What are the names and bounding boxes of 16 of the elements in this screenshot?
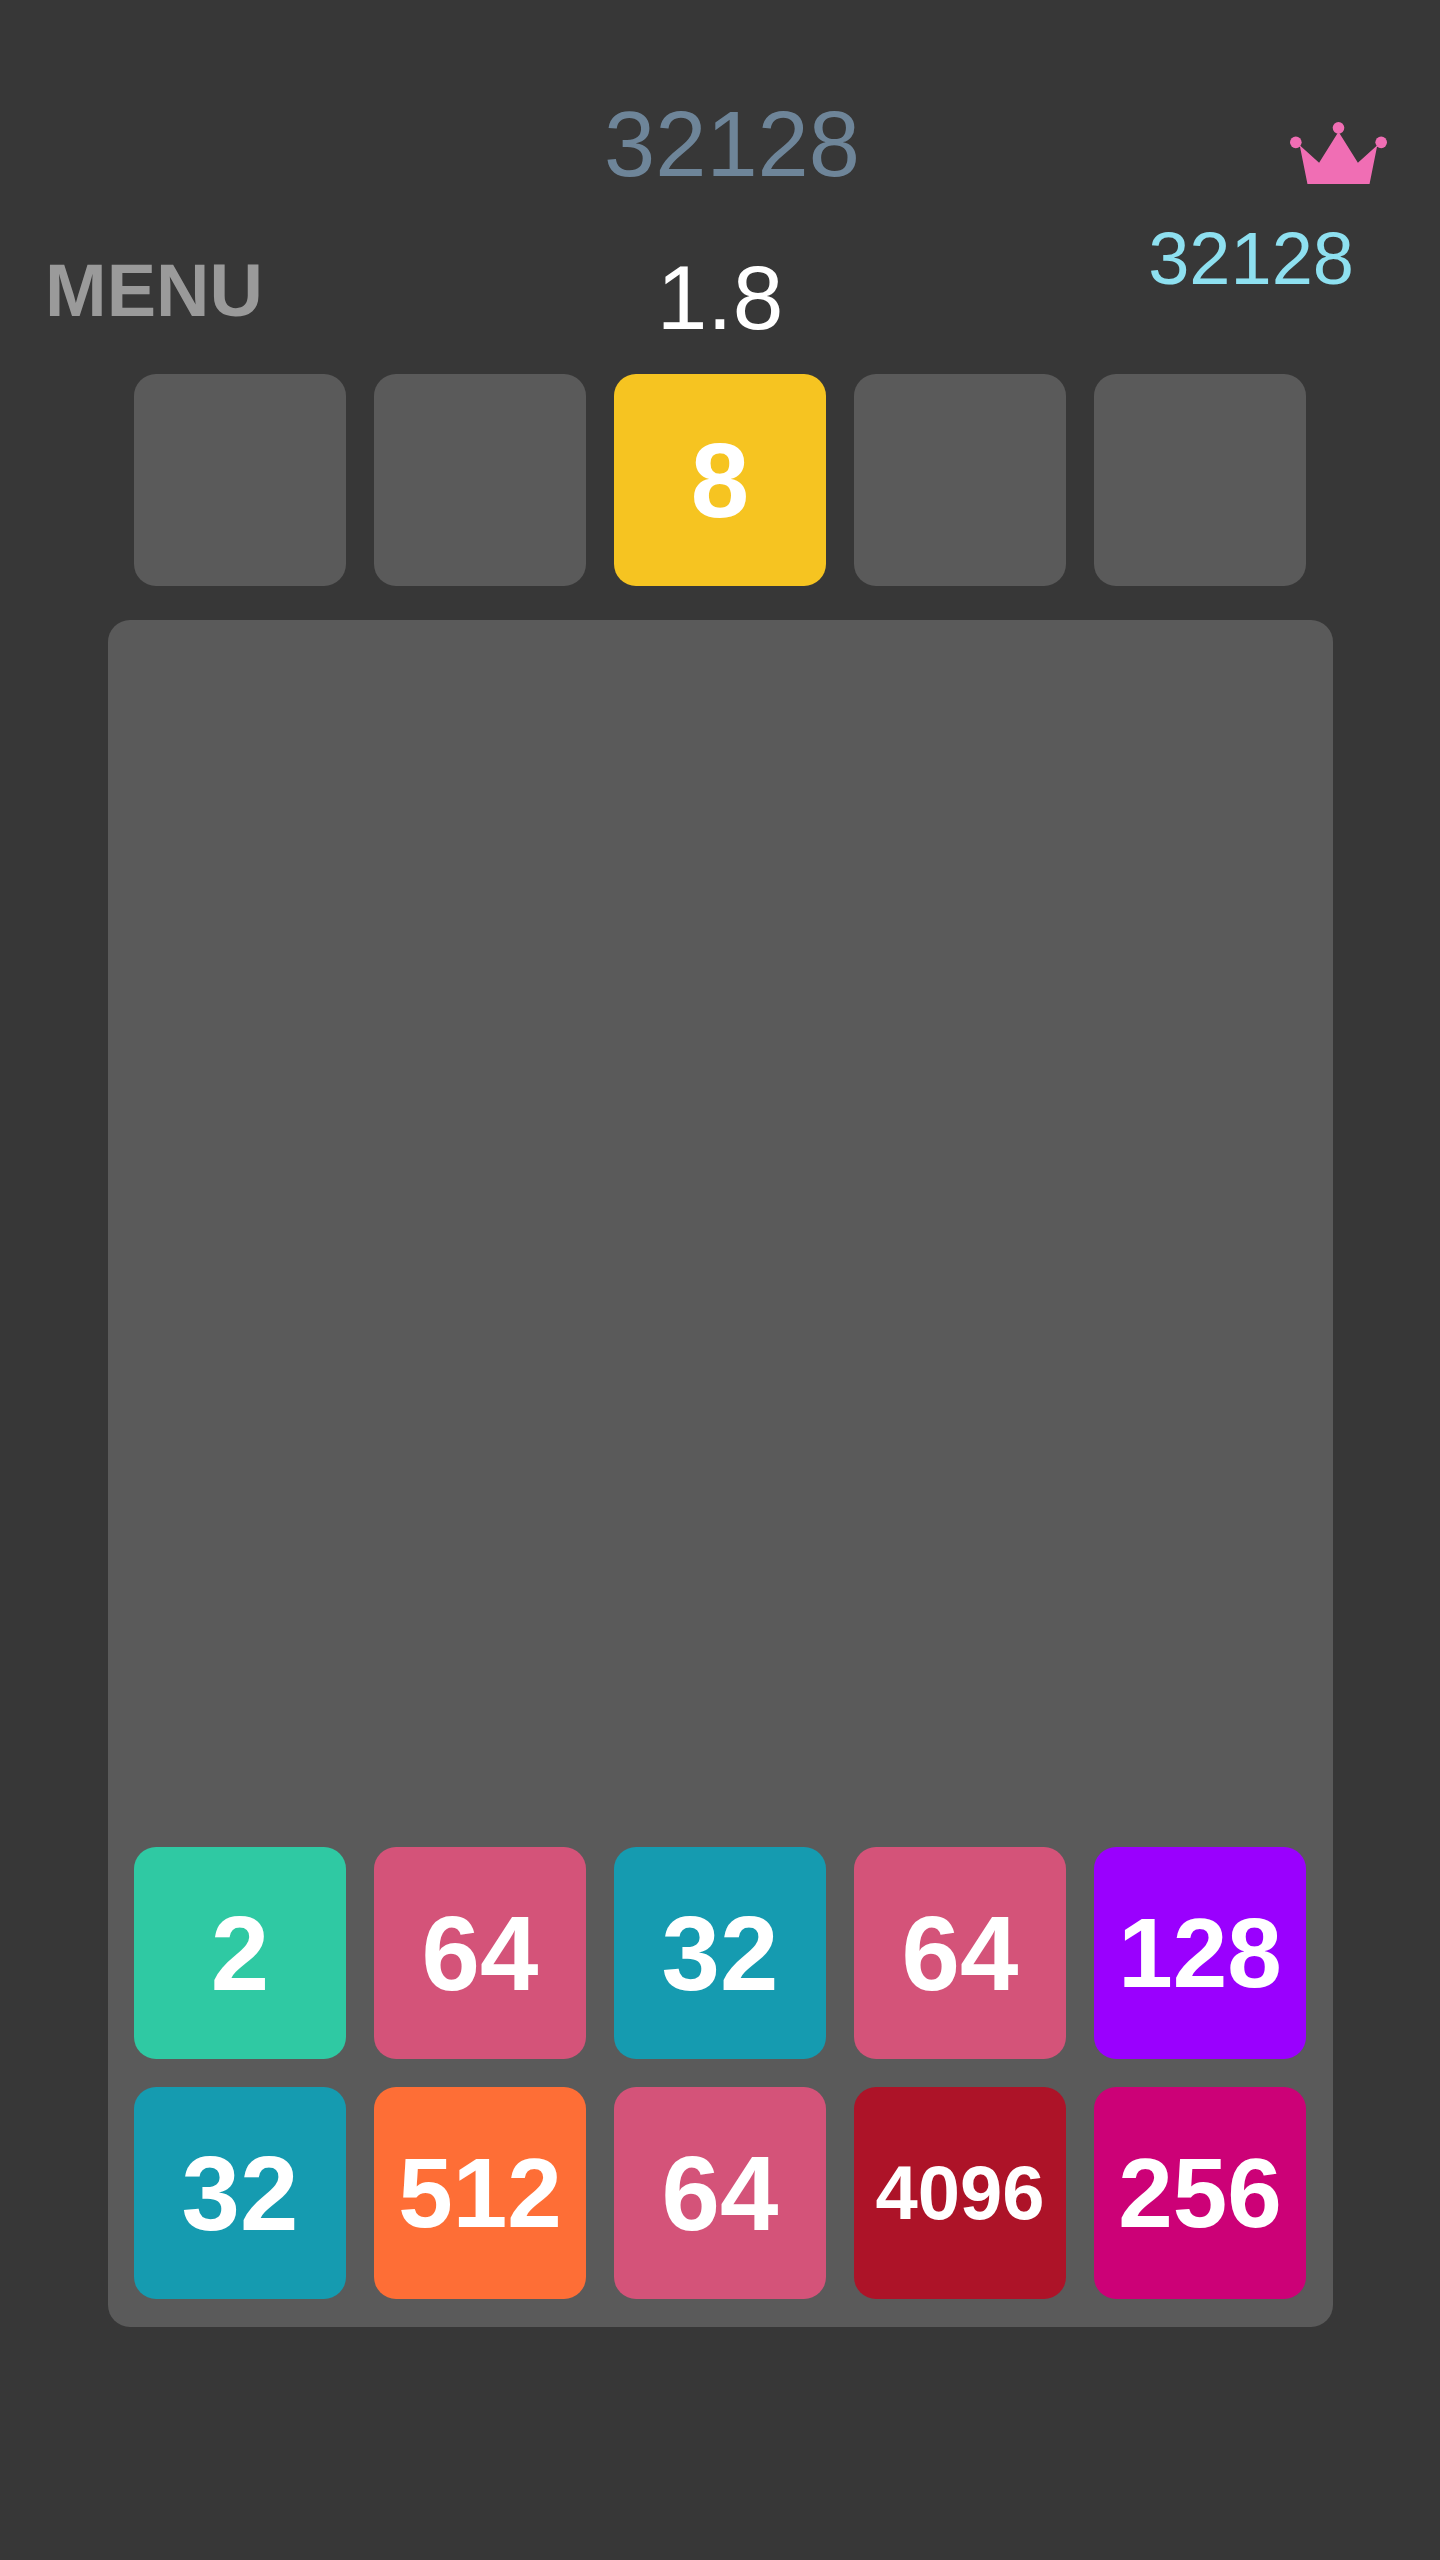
number-tile: 4096 [854, 2087, 1066, 2299]
number-tile: 32 [614, 1847, 826, 2059]
number-tile: 64 [614, 2087, 826, 2299]
number-tile: 32 [134, 2087, 346, 2299]
number-tile: 8 [614, 374, 826, 586]
best-score-text: 32128 [1148, 222, 1354, 296]
number-tile: 256 [1094, 2087, 1306, 2299]
number-tile: 512 [374, 2087, 586, 2299]
menu-button[interactable]: MENU [45, 254, 263, 328]
number-tile: 128 [1094, 1847, 1306, 2059]
number-tile: 2 [134, 1847, 346, 2059]
crown-icon [1290, 122, 1387, 184]
number-tile: 64 [374, 1847, 586, 2059]
number-tile: 64 [854, 1847, 1066, 2059]
number-label: 1.8 [655, 252, 785, 343]
score-text: 32128 [604, 98, 860, 190]
